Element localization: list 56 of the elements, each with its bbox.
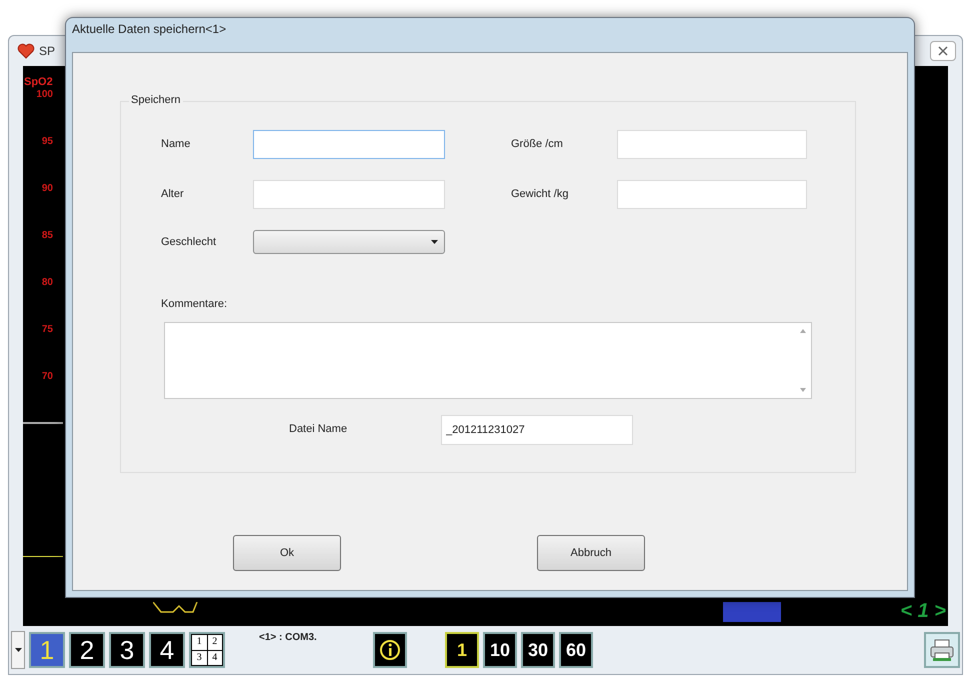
heart-icon <box>17 43 35 59</box>
axis-tick-label: 95 <box>40 137 53 147</box>
axis-tick-label: 70 <box>40 372 53 382</box>
comments-label: Kommentare: <box>161 297 228 312</box>
gender-dropdown[interactable] <box>253 230 445 254</box>
field-label: Größe /cm <box>511 137 564 152</box>
field-label: Gewicht /kg <box>511 187 570 202</box>
time-button[interactable]: 60 <box>559 632 593 668</box>
filename-field[interactable]: _201211231027 <box>441 414 633 444</box>
dialog-button[interactable]: Abbruch <box>537 535 645 571</box>
field-label: Alter <box>161 187 185 202</box>
scroll-down-icon <box>800 388 806 392</box>
comments-field[interactable] <box>164 322 812 398</box>
view-button[interactable]: 3 <box>109 632 145 668</box>
dialog-button[interactable]: Ok <box>233 535 341 571</box>
print-button[interactable] <box>924 632 960 668</box>
axis-tick-label: 100 <box>35 90 53 100</box>
grid-label: 2 <box>208 635 222 650</box>
page-indicator: < 1 > <box>900 601 946 621</box>
view-button[interactable]: 4 <box>149 632 185 668</box>
group-title: Speichern <box>129 92 183 108</box>
filename-label: Datei Name <box>289 422 348 438</box>
close-icon <box>938 46 948 56</box>
text-field[interactable] <box>617 130 807 159</box>
dropdown-button[interactable] <box>11 631 25 669</box>
scroll-up-icon <box>800 328 806 332</box>
dropdown-arrow-icon <box>431 240 438 244</box>
field-label: Geschlecht <box>161 234 218 250</box>
dialog-title: Aktuelle Daten speichern<1> <box>72 21 226 38</box>
text-field[interactable] <box>253 180 445 209</box>
time-button[interactable]: 1 <box>445 632 479 668</box>
printer-icon <box>929 638 955 662</box>
axis-tick-label: 90 <box>40 184 53 194</box>
text-field[interactable] <box>617 180 807 209</box>
text-field[interactable] <box>253 130 445 159</box>
chart-label: SpO2 <box>24 75 53 90</box>
signal-line <box>23 556 63 557</box>
time-button[interactable]: 30 <box>521 632 555 668</box>
signal-bar <box>723 602 781 622</box>
time-button[interactable]: 10 <box>483 632 517 668</box>
grid-label: 4 <box>208 650 222 665</box>
close-button[interactable] <box>930 41 956 61</box>
grid-view-button[interactable]: 1 2 3 4 <box>189 632 225 668</box>
axis-tick-label: 85 <box>40 231 53 241</box>
axis-tick-label: 75 <box>40 325 53 335</box>
field-label: Name <box>161 137 192 152</box>
info-button[interactable] <box>373 632 407 668</box>
axis-tick-label: 80 <box>40 278 53 288</box>
port-label: <1> : COM3. <box>259 631 318 645</box>
caret-icon <box>14 648 22 652</box>
grid-label: 3 <box>192 650 206 665</box>
window-title: SP <box>39 43 56 60</box>
view-button[interactable]: 1 <box>29 632 65 668</box>
info-icon <box>379 639 401 661</box>
view-button[interactable]: 2 <box>69 632 105 668</box>
grid-label: 1 <box>192 635 206 650</box>
